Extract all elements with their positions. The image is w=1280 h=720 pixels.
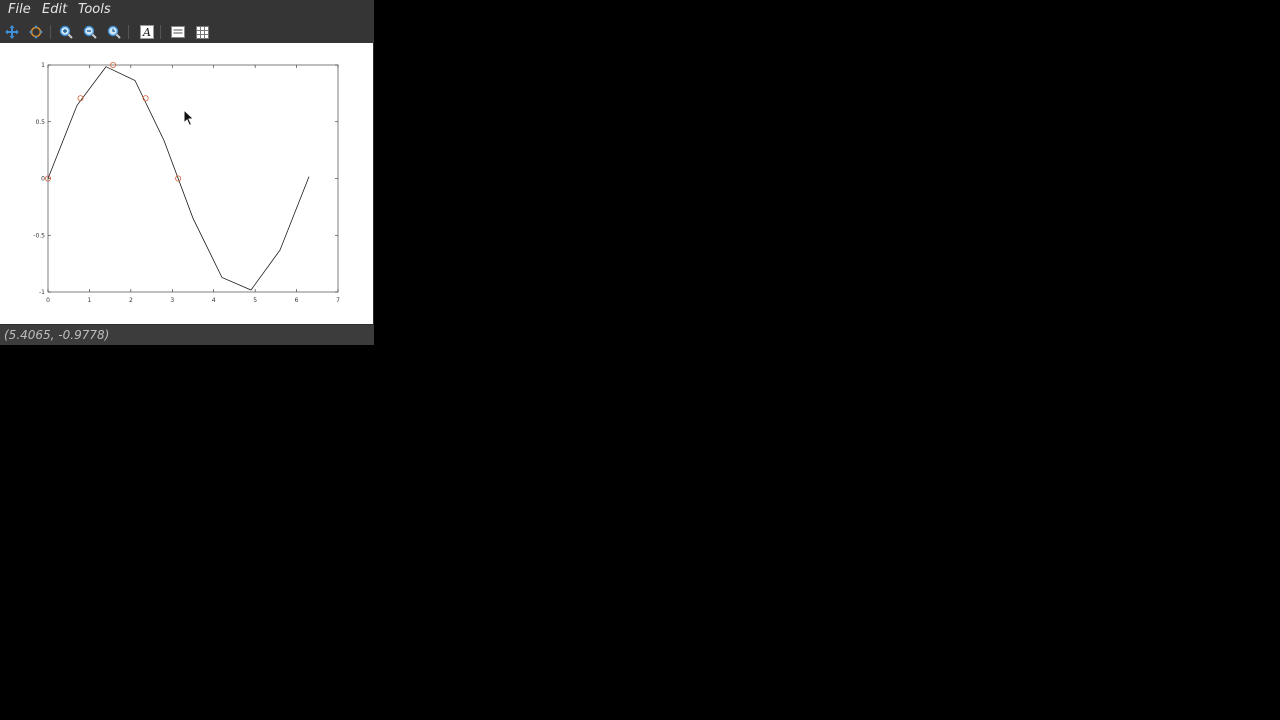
insert-text-button[interactable]: A	[137, 22, 157, 42]
pan-icon	[5, 25, 19, 39]
insert-text-glyph: A	[142, 26, 151, 39]
x-tick-label: 3	[170, 297, 174, 304]
pan-button[interactable]	[2, 22, 22, 42]
zoom-out-button[interactable]	[80, 22, 100, 42]
toolbar: A	[0, 21, 374, 43]
figure-canvas[interactable]: 0 1 2 3 4 5 6 7 -1 -0.5 0 0.5 1	[0, 43, 374, 324]
zoom-in-button[interactable]	[56, 22, 76, 42]
rotate-icon	[29, 25, 43, 39]
x-tick-label: 7	[336, 297, 340, 304]
y-tick-label: 1	[41, 62, 45, 69]
x-tick-label: 2	[129, 297, 133, 304]
zoom-in-icon	[59, 25, 73, 39]
y-tick-label: 0.5	[35, 119, 45, 126]
x-tick-label: 4	[212, 297, 216, 304]
x-tick-label: 1	[88, 297, 92, 304]
mouse-pointer-icon	[183, 109, 195, 127]
toggle-axes-button[interactable]	[168, 22, 188, 42]
cursor-coordinates: (5.4065, -0.9778)	[4, 328, 110, 342]
x-tick-label: 5	[253, 297, 257, 304]
zoom-out-icon	[83, 25, 97, 39]
plot-svg[interactable]: 0 1 2 3 4 5 6 7 -1 -0.5 0 0.5 1	[0, 43, 373, 324]
y-tick-label: -0.5	[33, 232, 45, 239]
toolbar-separator	[50, 25, 51, 39]
menu-tools[interactable]: Tools	[78, 2, 111, 17]
zoom-reset-icon	[107, 25, 121, 39]
menu-edit[interactable]: Edit	[42, 2, 67, 17]
axes-box	[47, 64, 339, 293]
toggle-axes-icon	[171, 26, 185, 38]
status-bar: (5.4065, -0.9778)	[0, 324, 374, 345]
x-tick-label: 6	[295, 297, 299, 304]
menu-bar: File Edit Tools	[0, 0, 374, 21]
x-tick-label: 0	[46, 297, 50, 304]
toggle-grid-button[interactable]	[192, 22, 212, 42]
y-tick-label: -1	[39, 289, 45, 296]
toolbar-separator	[160, 25, 161, 39]
toolbar-separator	[128, 25, 129, 39]
rotate-button[interactable]	[26, 22, 46, 42]
zoom-reset-button[interactable]	[104, 22, 124, 42]
y-tick-label: 0	[41, 176, 45, 183]
toggle-grid-icon	[195, 25, 209, 39]
insert-text-icon: A	[140, 25, 154, 39]
menu-file[interactable]: File	[8, 2, 31, 17]
figure-window: File Edit Tools A 0 1 2 3 4 5 6 7 -1 -0.…	[0, 0, 374, 345]
